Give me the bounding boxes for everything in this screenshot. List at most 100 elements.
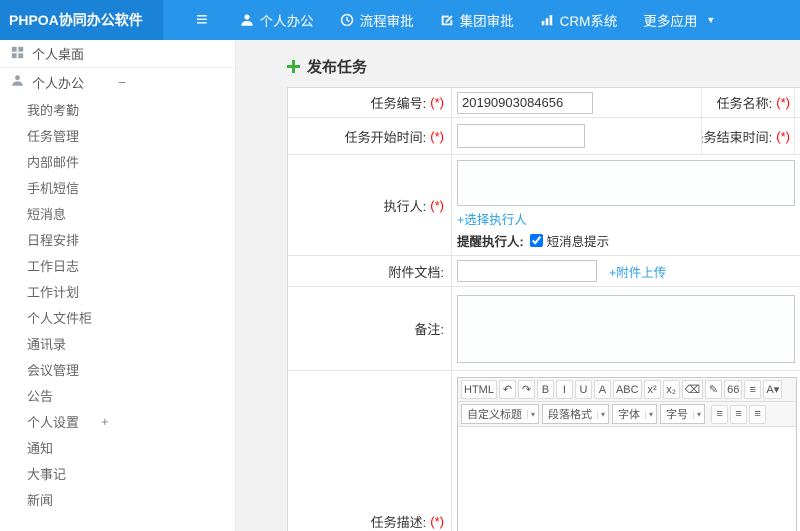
sidebar-item[interactable]: 日程安排 — [0, 226, 235, 252]
editor-dropdown[interactable]: 字体 ▾ — [612, 404, 658, 424]
sidebar-item-label: 个人桌面 — [32, 47, 85, 62]
page-title-text: 发布任务 — [307, 59, 368, 76]
remark-label: 备注: — [288, 287, 452, 370]
align-button[interactable]: ≡ — [711, 404, 729, 424]
caret-down-icon: ▾ — [597, 409, 605, 419]
sidebar-item[interactable]: 工作日志 — [0, 252, 235, 278]
form-row-executor: 执行人: (*) +选择执行人 提醒执行人: 短消息提示 — [288, 155, 800, 256]
sidebar-item[interactable]: 我的考勤 — [0, 96, 235, 122]
editor-toolbar-button[interactable]: 66 — [724, 380, 743, 399]
sidebar-item[interactable]: 短消息 — [0, 200, 235, 226]
nav-more-apps[interactable]: 更多应用 ▼ — [643, 10, 715, 30]
sidebar-item-label: 大事记 — [27, 466, 67, 482]
align-button[interactable]: ≡ — [749, 404, 767, 424]
sidebar-item-label: 通讯录 — [27, 336, 67, 352]
sidebar-item-label: 会议管理 — [27, 362, 80, 378]
editor-dropdown[interactable]: 字号 ▾ — [660, 404, 706, 424]
end-time-label: 任务结束时间: (*) — [702, 118, 795, 154]
sidebar-item-label: 手机短信 — [27, 180, 80, 196]
editor-dropdown-group: 自定义标题 ▾ 段落格式 ▾ 字体 ▾ 字号 ▾ — [461, 404, 706, 424]
user-icon — [11, 74, 24, 90]
editor-toolbar-button[interactable]: A — [593, 380, 611, 399]
form-row-attachment: 附件文档: +附件上传 — [288, 256, 800, 287]
editor-toolbar-button[interactable]: x² — [643, 380, 661, 399]
sidebar-section-personal-office[interactable]: 个人办公 − — [0, 68, 235, 96]
nav-personal-office[interactable]: 个人办公 — [240, 10, 314, 30]
attachment-upload-link[interactable]: +附件上传 — [609, 262, 666, 281]
remind-label: 提醒执行人: — [457, 235, 524, 249]
editor-toolbar-button[interactable]: ≡ — [744, 380, 762, 399]
required-mark: (*) — [430, 513, 444, 529]
collapse-icon[interactable]: − — [118, 74, 126, 90]
sidebar-item[interactable]: 通知 — [0, 434, 235, 460]
form-row-time: 任务开始时间: (*) 任务结束时间: (*) — [288, 118, 800, 155]
sms-remind-checkbox[interactable] — [529, 234, 543, 247]
editor-toolbar-row1: HTML ↶ ↷ B I U A ABC x² x₂ ⌫ ✎ 66 ≡ A▾ — [458, 378, 796, 402]
add-plus-icon — [287, 60, 300, 73]
executor-textarea[interactable] — [457, 160, 795, 206]
task-name-cell — [795, 88, 800, 117]
editor-toolbar-button[interactable]: B — [536, 380, 554, 399]
sidebar-item[interactable]: 个人文件柜 — [0, 304, 235, 330]
sidebar-toggle-icon[interactable]: ≡ — [196, 10, 208, 30]
nav-crm-system[interactable]: CRM系统 — [540, 10, 617, 30]
editor-toolbar-button[interactable]: I — [555, 380, 573, 399]
required-mark: (*) — [430, 128, 444, 144]
editor-toolbar-button[interactable]: ABC — [612, 380, 642, 399]
attachment-input[interactable] — [457, 260, 597, 282]
sidebar-item[interactable]: 大事记 — [0, 460, 235, 486]
task-number-input[interactable] — [457, 91, 593, 114]
sidebar-item[interactable]: 内部邮件 — [0, 148, 235, 174]
required-mark: (*) — [430, 95, 444, 110]
editor-dropdown[interactable]: 段落格式 ▾ — [542, 404, 610, 424]
sidebar-item-label: 个人文件柜 — [27, 310, 93, 326]
nav-group-approval[interactable]: 集团审批 — [440, 10, 514, 30]
editor-toolbar-button[interactable]: ⌫ — [681, 380, 704, 399]
start-time-input[interactable] — [457, 124, 585, 148]
expand-icon[interactable]: + — [101, 414, 109, 429]
main-content: 发布任务 任务编号: (*) 任务名称: (*) 任务开始时间: (*) — [237, 40, 800, 531]
remark-textarea[interactable] — [457, 294, 795, 363]
user-icon — [240, 13, 254, 27]
sidebar-section-label: 个人办公 — [32, 75, 85, 91]
sidebar-item[interactable]: 工作计划 — [0, 278, 235, 304]
editor-toolbar-button[interactable]: ↷ — [517, 380, 535, 399]
sidebar-item[interactable]: 任务管理 — [0, 122, 235, 148]
editor-toolbar-button[interactable]: x₂ — [662, 380, 680, 399]
sidebar-item-label: 短消息 — [27, 206, 67, 222]
top-nav: 个人办公 流程审批 集团审批 CRM系统 更多应用 ▼ — [240, 10, 715, 30]
executor-label: 执行人: (*) — [288, 155, 452, 255]
required-mark: (*) — [430, 197, 444, 213]
start-time-label: 任务开始时间: (*) — [288, 118, 452, 154]
form-row-description: 任务描述: (*) HTML ↶ ↷ B I U A ABC x² x₂ ⌫ ✎… — [288, 371, 800, 531]
sidebar-item-label: 通知 — [27, 440, 54, 456]
editor-dropdown[interactable]: 自定义标题 ▾ — [461, 404, 540, 424]
sidebar-item[interactable]: 手机短信 — [0, 174, 235, 200]
sidebar-item-label: 工作日志 — [27, 258, 80, 274]
form-row-task-number: 任务编号: (*) 任务名称: (*) — [288, 88, 800, 118]
sidebar-item-desktop[interactable]: 个人桌面 — [0, 40, 235, 68]
rich-text-editor: HTML ↶ ↷ B I U A ABC x² x₂ ⌫ ✎ 66 ≡ A▾ 自… — [457, 377, 797, 531]
sidebar-item-label: 个人设置 — [27, 414, 80, 430]
align-button[interactable]: ≡ — [730, 404, 748, 424]
editor-toolbar-button[interactable]: HTML — [461, 380, 497, 399]
end-time-cell — [795, 118, 800, 154]
grid-icon — [11, 46, 24, 62]
sidebar-item-label: 日程安排 — [27, 232, 80, 248]
editor-content-area[interactable] — [458, 427, 796, 531]
sidebar-item[interactable]: 个人设置 + — [0, 408, 235, 434]
description-label: 任务描述: (*) — [288, 371, 452, 531]
nav-workflow-approval[interactable]: 流程审批 — [340, 10, 414, 30]
sidebar-item-label: 工作计划 — [27, 284, 80, 300]
editor-toolbar-button[interactable]: ↶ — [498, 380, 516, 399]
required-mark: (*) — [776, 128, 790, 144]
sidebar-item[interactable]: 通讯录 — [0, 330, 235, 356]
sidebar-item[interactable]: 新闻 — [0, 486, 235, 512]
editor-toolbar-button[interactable]: A▾ — [763, 380, 783, 399]
editor-toolbar-button[interactable]: ✎ — [705, 380, 723, 399]
editor-toolbar-button[interactable]: U — [574, 380, 592, 399]
select-executor-link[interactable]: +选择执行人 — [457, 209, 527, 228]
sidebar-item[interactable]: 会议管理 — [0, 356, 235, 382]
sidebar-item[interactable]: 公告 — [0, 382, 235, 408]
caret-down-icon: ▾ — [693, 409, 701, 419]
